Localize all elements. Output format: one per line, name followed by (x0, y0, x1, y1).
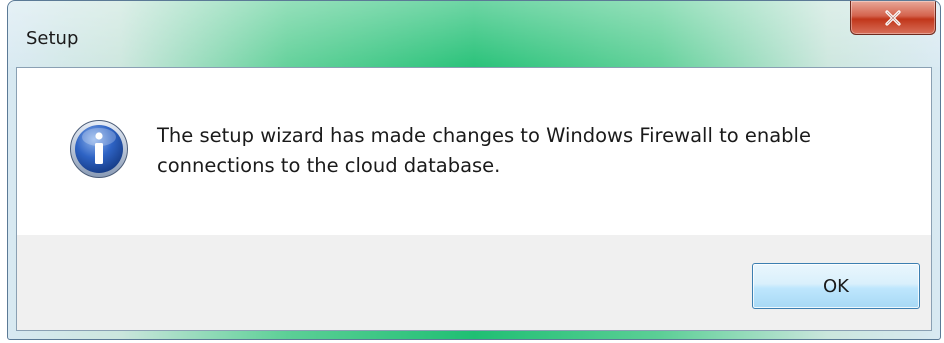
title-bar-glow (8, 1, 940, 67)
ok-button[interactable]: OK (752, 263, 920, 309)
information-icon (70, 120, 128, 178)
message-area: The setup wizard has made changes to Win… (17, 68, 931, 235)
title-bar[interactable]: Setup (8, 1, 940, 67)
dialog-client-area: The setup wizard has made changes to Win… (16, 67, 932, 331)
close-icon (885, 9, 901, 26)
dialog-message: The setup wizard has made changes to Win… (157, 124, 811, 177)
setup-dialog-window: Setup The setup wizard has made changes … (7, 0, 941, 340)
button-area: OK (17, 235, 931, 330)
close-button[interactable] (850, 1, 936, 35)
window-title: Setup (26, 28, 79, 49)
